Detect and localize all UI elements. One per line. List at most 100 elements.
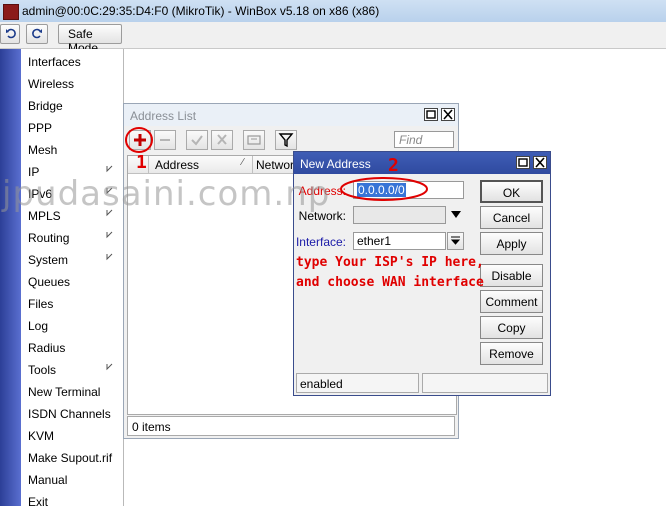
sidebar-item-radius[interactable]: Radius <box>21 337 123 359</box>
sidebar-item-routing[interactable]: Routing <box>21 227 123 249</box>
column-divider <box>252 156 253 173</box>
sidebar-item-kvm[interactable]: KVM <box>21 425 123 447</box>
sidebar-item-bridge[interactable]: Bridge <box>21 95 123 117</box>
interface-dropdown-button[interactable] <box>447 232 464 250</box>
close-icon <box>535 157 545 168</box>
sidebar-item-label: Bridge <box>28 99 63 113</box>
close-button[interactable] <box>441 108 455 121</box>
sidebar-item-wireless[interactable]: Wireless <box>21 73 123 95</box>
sidebar-item-label: Wireless <box>28 77 75 91</box>
sidebar-item-exit[interactable]: Exit <box>21 491 123 513</box>
apply-button[interactable]: Apply <box>480 232 543 255</box>
remove-button[interactable] <box>154 130 176 150</box>
annotation-step-1: 1 <box>136 152 147 173</box>
address-list-titlebar[interactable]: Address List <box>124 104 458 126</box>
comment-icon <box>247 135 261 145</box>
sidebar-item-label: Make Supout.rif <box>28 451 113 465</box>
sidebar-item-label: New Terminal <box>28 385 101 399</box>
interface-select[interactable]: ether1 <box>353 232 446 250</box>
dialog-status: enabled <box>296 373 419 393</box>
sidebar-item-label: Manual <box>28 473 68 487</box>
maximize-icon <box>426 110 436 119</box>
maximize-icon <box>518 158 528 167</box>
sidebar-item-label: Tools <box>28 363 57 377</box>
sidebar-item-interfaces[interactable]: Interfaces <box>21 51 123 73</box>
new-address-title: New Address <box>300 157 371 171</box>
safe-mode-button[interactable]: Safe Mode <box>58 24 122 55</box>
item-count: 0 items <box>132 420 171 434</box>
sidebar-item-label: Interfaces <box>28 55 81 69</box>
remove-button[interactable]: Remove <box>480 342 543 365</box>
annotation-ellipse-address <box>340 177 428 201</box>
close-button[interactable] <box>533 156 547 169</box>
winbox-side-strip <box>0 49 21 506</box>
annotation-note-line-1: type Your ISP's IP here, <box>296 255 484 270</box>
undo-button[interactable] <box>0 24 20 44</box>
enable-button[interactable] <box>186 130 208 150</box>
submenu-arrow-icon <box>106 253 113 261</box>
new-address-titlebar[interactable]: New Address <box>294 152 550 174</box>
watermark-text: jpudasaini.com.np <box>2 174 331 214</box>
title-bar: admin@00:0C:29:35:D4:F0 (MikroTik) - Win… <box>0 0 666 23</box>
sidebar-item-label: Log <box>28 319 49 333</box>
sidebar-menu: Interfaces Wireless Bridge PPP Mesh IP IPv6 MPL… <box>21 49 124 509</box>
redo-icon <box>32 28 42 39</box>
sidebar-item-system[interactable]: System <box>21 249 123 271</box>
sidebar-item-tools[interactable]: Tools <box>21 359 123 381</box>
minus-icon <box>160 139 170 141</box>
sidebar-item-label: Files <box>28 297 54 311</box>
window-title: admin@00:0C:29:35:D4:F0 (MikroTik) - Win… <box>22 4 380 18</box>
cross-icon <box>217 134 227 145</box>
address-list-title: Address List <box>130 109 197 123</box>
copy-button[interactable]: Copy <box>480 316 543 339</box>
ok-button[interactable]: OK <box>480 180 543 203</box>
address-list-status: 0 items <box>127 416 455 436</box>
submenu-arrow-icon <box>106 231 113 239</box>
redo-button[interactable] <box>26 24 48 44</box>
find-input[interactable]: Find <box>394 131 454 148</box>
sidebar-item-log[interactable]: Log <box>21 315 123 337</box>
interface-label: Interface: <box>295 235 346 249</box>
sidebar-item-new-terminal[interactable]: New Terminal <box>21 381 123 403</box>
sidebar-item-label: System <box>28 253 69 267</box>
comment-button[interactable]: Comment <box>480 290 543 313</box>
winbox-app-icon <box>3 4 19 20</box>
sort-icon: ∕ <box>242 157 244 168</box>
column-address[interactable]: Address <box>155 158 199 172</box>
cancel-button[interactable]: Cancel <box>480 206 543 229</box>
annotation-note-line-2: and choose WAN interface <box>296 275 484 290</box>
sidebar-item-label: ISDN Channels <box>28 407 111 421</box>
sidebar-item-label: Mesh <box>28 143 58 157</box>
maximize-button[interactable] <box>424 108 438 121</box>
sidebar-item-isdn-channels[interactable]: ISDN Channels <box>21 403 123 425</box>
filter-icon <box>278 133 294 148</box>
dialog-status-secondary <box>422 373 548 393</box>
sidebar-item-label: Routing <box>28 231 70 245</box>
network-field[interactable] <box>353 206 446 224</box>
close-icon <box>443 109 453 120</box>
sidebar-item-label: Radius <box>28 341 66 355</box>
sidebar-item-label: Queues <box>28 275 71 289</box>
column-divider <box>148 156 149 173</box>
main-toolbar: Safe Mode <box>0 22 666 55</box>
sidebar-item-make-supout-rif[interactable]: Make Supout.rif <box>21 447 123 469</box>
chevron-down-icon <box>450 236 461 245</box>
sidebar-item-manual[interactable]: Manual <box>21 469 123 491</box>
undo-icon <box>6 28 16 39</box>
submenu-arrow-icon <box>106 363 113 371</box>
sidebar-item-label: KVM <box>28 429 55 443</box>
status-text: enabled <box>300 377 343 391</box>
filter-button[interactable] <box>275 130 297 150</box>
disable-button[interactable]: Disable <box>480 264 543 287</box>
check-icon <box>191 135 203 146</box>
sidebar-item-mesh[interactable]: Mesh <box>21 139 123 161</box>
network-dropdown-icon[interactable] <box>451 211 462 219</box>
sidebar-item-files[interactable]: Files <box>21 293 123 315</box>
comment-button[interactable] <box>243 130 265 150</box>
disable-button[interactable] <box>211 130 233 150</box>
sidebar-item-label: Exit <box>28 495 49 509</box>
annotation-step-2: 2 <box>388 155 399 176</box>
sidebar-item-queues[interactable]: Queues <box>21 271 123 293</box>
sidebar-item-ppp[interactable]: PPP <box>21 117 123 139</box>
maximize-button[interactable] <box>516 156 530 169</box>
